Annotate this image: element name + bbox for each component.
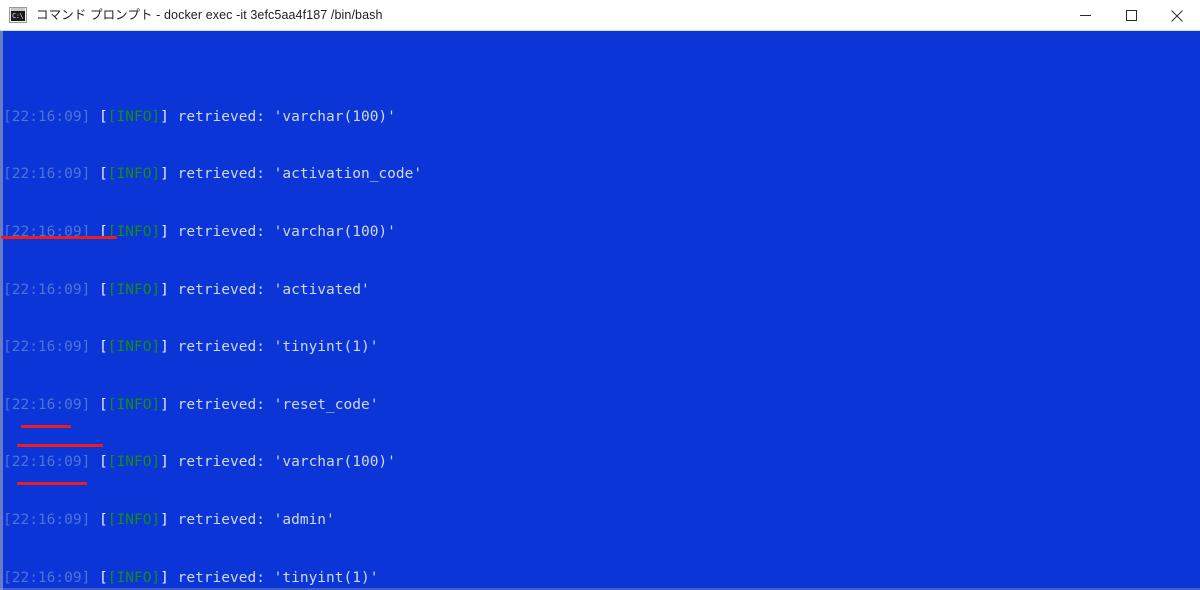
log-message: retrieved: 'reset_code' bbox=[168, 396, 379, 413]
log-timestamp: [22:16:09] bbox=[3, 166, 91, 183]
log-line: [22:16:09] [[INFO]] retrieved: 'activati… bbox=[3, 166, 423, 183]
log-level: [INFO] bbox=[107, 396, 161, 413]
log-level: [INFO] bbox=[107, 166, 161, 183]
log-line: [22:16:09] [[INFO]] retrieved: 'varchar(… bbox=[3, 224, 396, 240]
terminal-footer-text: [22:16:09] [[INFO]] fetched data logged … bbox=[3, 547, 1197, 590]
minimize-icon bbox=[1079, 15, 1091, 16]
log-line: [22:16:09] [[INFO]] retrieved: 'varchar(… bbox=[3, 108, 396, 125]
log-timestamp: [22:16:09] bbox=[3, 454, 91, 471]
maximize-icon bbox=[1125, 10, 1137, 21]
cmd-console-icon: C:\ bbox=[9, 7, 27, 23]
terminal-text: [22:16:09] [[INFO]] retrieved: 'varchar(… bbox=[3, 31, 1197, 590]
log-message: retrieved: 'activated' bbox=[168, 281, 370, 298]
log-level: [INFO] bbox=[107, 339, 161, 356]
log-level: [INFO] bbox=[107, 108, 161, 125]
log-line: [22:16:09] [[INFO]] retrieved: 'admin' bbox=[3, 511, 335, 528]
log-timestamp: [22:16:09] bbox=[3, 396, 91, 413]
maximize-button[interactable] bbox=[1108, 0, 1154, 31]
log-message: retrieved: 'admin' bbox=[168, 511, 335, 528]
window-controls bbox=[1062, 0, 1200, 31]
underline-secret bbox=[17, 482, 87, 485]
log-line: [22:16:09] [[INFO]] retrieved: 'tinyint(… bbox=[3, 339, 379, 356]
log-level: [INFO] bbox=[107, 454, 161, 471]
log-message: retrieved: 'varchar(100)' bbox=[168, 108, 396, 125]
log-level: [INFO] bbox=[107, 511, 161, 528]
log-line: [22:16:09] [[INFO]] retrieved: 'varchar(… bbox=[3, 454, 396, 471]
minimize-button[interactable] bbox=[1062, 0, 1108, 31]
close-button[interactable] bbox=[1154, 0, 1200, 31]
command-prompt-window: C:\ コマンド プロンプト - docker exec -it 3efc5aa… bbox=[0, 0, 1200, 590]
log-timestamp: [22:16:09] bbox=[3, 281, 91, 298]
console-output-area[interactable]: [22:16:09] [[INFO]] retrieved: 'varchar(… bbox=[0, 31, 1200, 590]
log-message: retrieved: 'activation_code' bbox=[168, 166, 423, 183]
underline-login bbox=[21, 425, 71, 428]
log-level: [INFO] bbox=[107, 281, 161, 298]
underline-password bbox=[17, 444, 103, 447]
log-message: retrieved: 'varchar(100)' bbox=[168, 224, 396, 240]
log-timestamp: [22:16:09] bbox=[3, 339, 91, 356]
title-bar[interactable]: C:\ コマンド プロンプト - docker exec -it 3efc5aa… bbox=[0, 0, 1200, 31]
cmd-icon-glyph: C:\ bbox=[12, 12, 24, 20]
close-icon bbox=[1171, 9, 1183, 22]
log-message: retrieved: 'tinyint(1)' bbox=[168, 339, 379, 356]
underline-table-users bbox=[1, 236, 117, 239]
log-timestamp: [22:16:09] bbox=[3, 108, 91, 125]
log-line: [22:16:09] [[INFO]] retrieved: 'activate… bbox=[3, 281, 370, 298]
log-message: retrieved: 'varchar(100)' bbox=[168, 454, 396, 471]
log-line: [22:16:09] [[INFO]] retrieved: 'reset_co… bbox=[3, 396, 379, 413]
log-timestamp: [22:16:09] bbox=[3, 511, 91, 528]
window-title: コマンド プロンプト - docker exec -it 3efc5aa4f18… bbox=[36, 7, 383, 22]
